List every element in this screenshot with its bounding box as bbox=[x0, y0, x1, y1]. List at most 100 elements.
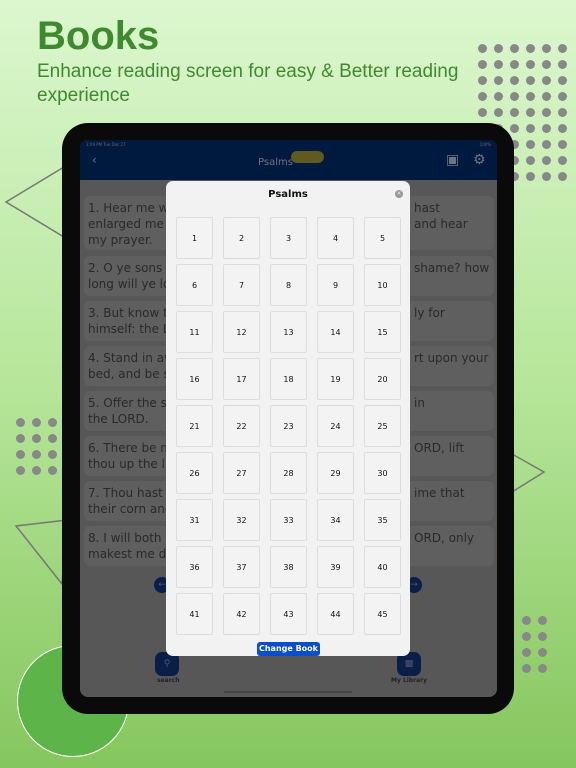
verse-text-line: ime that bbox=[414, 486, 465, 500]
chapter-button[interactable]: 29 bbox=[317, 452, 354, 494]
chapter-button[interactable]: 22 bbox=[223, 405, 260, 447]
decor-dot bbox=[522, 648, 531, 657]
chapter-button[interactable]: 12 bbox=[223, 311, 260, 353]
chapter-button[interactable]: 23 bbox=[270, 405, 307, 447]
chapter-button[interactable]: 36 bbox=[176, 546, 213, 588]
library-icon: ▩ bbox=[404, 659, 414, 669]
gear-icon[interactable]: ⚙ bbox=[473, 152, 486, 168]
chapter-button[interactable]: 33 bbox=[270, 499, 307, 541]
chapter-button[interactable]: 32 bbox=[223, 499, 260, 541]
decor-dot bbox=[526, 60, 535, 69]
decor-dot bbox=[526, 156, 535, 165]
chapter-button[interactable]: 45 bbox=[364, 593, 401, 635]
status-time: 3:09 PM Tue Dec 27 bbox=[86, 142, 126, 147]
chapter-button[interactable]: 27 bbox=[223, 452, 260, 494]
chapter-button[interactable]: 43 bbox=[270, 593, 307, 635]
chapter-button[interactable]: 40 bbox=[364, 546, 401, 588]
chapter-button[interactable]: 3 bbox=[270, 217, 307, 259]
chapter-button[interactable]: 1 bbox=[176, 217, 213, 259]
decor-dot bbox=[542, 156, 551, 165]
chapter-button[interactable]: 24 bbox=[317, 405, 354, 447]
decor-dot bbox=[522, 664, 531, 673]
close-icon[interactable]: × bbox=[395, 190, 403, 198]
decor-dot bbox=[526, 124, 535, 133]
decor-dot bbox=[558, 60, 567, 69]
verse-text-line: ly for bbox=[414, 306, 445, 320]
chapter-button[interactable]: 11 bbox=[176, 311, 213, 353]
chapter-button[interactable]: 4 bbox=[317, 217, 354, 259]
chapter-button[interactable]: 38 bbox=[270, 546, 307, 588]
decor-dot bbox=[526, 172, 535, 181]
chapter-button[interactable]: 30 bbox=[364, 452, 401, 494]
decor-dot bbox=[538, 616, 547, 625]
chapter-button[interactable]: 39 bbox=[317, 546, 354, 588]
library-tab-label: My Library bbox=[391, 677, 428, 684]
promo-title: Books bbox=[37, 14, 160, 58]
chapter-button[interactable]: 6 bbox=[176, 264, 213, 306]
chapter-button[interactable]: 42 bbox=[223, 593, 260, 635]
decor-dot bbox=[558, 76, 567, 85]
decor-dot bbox=[542, 140, 551, 149]
chapter-badge[interactable]: 4 bbox=[291, 151, 324, 163]
verse-text-line: hast bbox=[414, 201, 440, 215]
app-header: 3:09 PM Tue Dec 27 100% ‹ Psalms 4 ▣ ⚙ bbox=[80, 140, 497, 180]
chapter-button[interactable]: 34 bbox=[317, 499, 354, 541]
status-battery: 100% bbox=[479, 142, 491, 147]
decor-dot bbox=[542, 108, 551, 117]
decor-dot bbox=[526, 108, 535, 117]
back-icon[interactable]: ‹ bbox=[92, 153, 97, 167]
decor-dot bbox=[558, 92, 567, 101]
chapter-button[interactable]: 31 bbox=[176, 499, 213, 541]
decor-dot bbox=[478, 92, 487, 101]
decor-dot bbox=[48, 418, 57, 427]
chapter-button[interactable]: 18 bbox=[270, 358, 307, 400]
chapter-button[interactable]: 7 bbox=[223, 264, 260, 306]
chapter-button[interactable]: 21 bbox=[176, 405, 213, 447]
chapter-button[interactable]: 2 bbox=[223, 217, 260, 259]
chapter-button[interactable]: 14 bbox=[317, 311, 354, 353]
decor-dot bbox=[558, 44, 567, 53]
chapter-button[interactable]: 41 bbox=[176, 593, 213, 635]
decor-dot bbox=[48, 450, 57, 459]
decor-dot bbox=[558, 172, 567, 181]
header-title[interactable]: Psalms bbox=[258, 157, 293, 168]
verse-text-line: shame? how bbox=[414, 261, 490, 275]
chapter-button[interactable]: 10 bbox=[364, 264, 401, 306]
decor-triangle-right bbox=[511, 452, 546, 494]
decor-dot bbox=[478, 60, 487, 69]
chapter-button[interactable]: 44 bbox=[317, 593, 354, 635]
image-icon[interactable]: ▣ bbox=[446, 152, 459, 168]
decor-dot bbox=[542, 92, 551, 101]
decor-dot bbox=[494, 60, 503, 69]
chapter-button[interactable]: 8 bbox=[270, 264, 307, 306]
verse-text-right: ORD, lift bbox=[414, 440, 464, 456]
decor-dot bbox=[16, 450, 25, 459]
chapter-button[interactable]: 15 bbox=[364, 311, 401, 353]
chapter-button[interactable]: 9 bbox=[317, 264, 354, 306]
verse-text-right: in bbox=[414, 395, 425, 411]
modal-title: Psalms bbox=[268, 189, 308, 200]
decor-dot bbox=[522, 616, 531, 625]
chapter-button[interactable]: 20 bbox=[364, 358, 401, 400]
chapter-button[interactable]: 5 bbox=[364, 217, 401, 259]
decor-dot bbox=[494, 76, 503, 85]
search-tab-label: search bbox=[157, 677, 180, 684]
verse-text-line: ORD, lift bbox=[414, 441, 465, 455]
decor-dot bbox=[16, 418, 25, 427]
chapter-button[interactable]: 17 bbox=[223, 358, 260, 400]
chapter-button[interactable]: 37 bbox=[223, 546, 260, 588]
verse-text-line: ORD, only bbox=[414, 531, 475, 545]
change-book-button[interactable]: Change Book bbox=[257, 642, 320, 656]
decor-dot bbox=[510, 44, 519, 53]
chapter-button[interactable]: 25 bbox=[364, 405, 401, 447]
decor-dot bbox=[558, 156, 567, 165]
chapter-button[interactable]: 35 bbox=[364, 499, 401, 541]
chapter-button[interactable]: 16 bbox=[176, 358, 213, 400]
decor-dot bbox=[494, 44, 503, 53]
chapter-button[interactable]: 28 bbox=[270, 452, 307, 494]
chapter-button[interactable]: 19 bbox=[317, 358, 354, 400]
decor-dots-left bbox=[16, 418, 57, 475]
chapter-button[interactable]: 26 bbox=[176, 452, 213, 494]
decor-dot bbox=[32, 450, 41, 459]
chapter-button[interactable]: 13 bbox=[270, 311, 307, 353]
